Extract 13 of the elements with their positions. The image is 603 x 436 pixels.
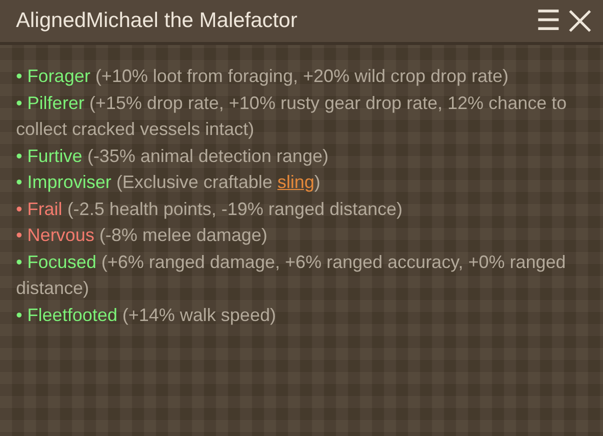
close-icon (567, 8, 593, 34)
trait-line: • Focused (+6% ranged damage, +6% ranged accuracy, +0% ranged distance) (16, 250, 567, 300)
window-title: AlignedMichael the Malefactor (16, 9, 298, 33)
item-link[interactable]: sling (277, 172, 314, 192)
trait-line: • Pilferer (+15% drop rate, +10% rusty gear drop rate, 12% chance to collect cracked vessels intact) (16, 92, 568, 141)
trait-line: • Improviser (Exclusive craftable sling) (16, 171, 322, 194)
trait-line: • Forager (+10% loot from foraging, +20% wild crop drop rate) (16, 65, 510, 88)
menu-button[interactable]: ☰ (536, 7, 561, 35)
close-button[interactable] (567, 8, 593, 34)
trait-line: • Fleetfooted (+14% walk speed) (16, 304, 277, 327)
trait-line: • Frail (-2.5 health points, -19% ranged distance) (16, 198, 404, 221)
trait-line: • Furtive (-35% animal detection range) (16, 144, 330, 168)
trait-line: • Nervous (-8% melee damage) (16, 224, 268, 247)
